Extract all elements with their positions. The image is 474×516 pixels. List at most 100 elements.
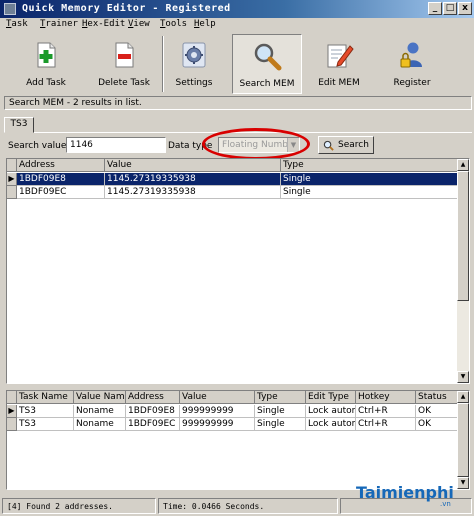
table-row[interactable]: ▶ 1BDF09E8 1145.27319335938 Single — [7, 173, 459, 186]
menu-trainer[interactable]: Trainer — [40, 19, 78, 29]
table-row[interactable]: 1BDF09EC 1145.27319335938 Single — [7, 186, 459, 199]
add-task-button[interactable]: Add Task — [6, 34, 86, 94]
data-type-label: Data type — [168, 141, 213, 151]
chevron-down-icon[interactable]: ▼ — [287, 138, 299, 152]
status-time: Time: 0.0466 Seconds. — [158, 498, 338, 514]
scroll-up-icon[interactable]: ▲ — [457, 391, 469, 403]
cell-value: 1145.27319335938 — [105, 186, 281, 199]
cell-hotkey: Ctrl+R — [356, 405, 416, 418]
cell-status: OK — [416, 405, 459, 418]
edit-mem-label: Edit MEM — [318, 78, 360, 88]
column-header-address[interactable]: Address — [126, 391, 180, 404]
search-button-label: Search — [338, 140, 369, 150]
search-mem-button[interactable]: Search MEM — [232, 34, 302, 94]
column-header-status[interactable]: Status — [416, 391, 459, 404]
settings-button[interactable]: Settings — [166, 34, 222, 94]
header-indicator — [7, 391, 17, 404]
delete-task-button[interactable]: Delete Task — [88, 34, 160, 94]
register-button[interactable]: Register — [376, 34, 448, 94]
maximize-button[interactable]: □ — [443, 2, 457, 15]
scroll-thumb[interactable] — [457, 171, 469, 301]
cell-value: 999999999 — [180, 405, 255, 418]
header-indicator — [7, 159, 17, 172]
delete-task-label: Delete Task — [98, 78, 150, 88]
cell-address: 1BDF09E8 — [126, 405, 180, 418]
column-header-value[interactable]: Value — [105, 159, 281, 172]
column-header-type[interactable]: Type — [281, 159, 459, 172]
cell-value-name: Noname — [74, 418, 126, 431]
settings-label: Settings — [175, 78, 213, 88]
search-button[interactable]: Search — [318, 136, 374, 154]
edit-mem-button[interactable]: Edit MEM — [304, 34, 374, 94]
column-header-edit-type[interactable]: Edit Type — [306, 391, 356, 404]
cell-status: OK — [416, 418, 459, 431]
app-icon[interactable] — [4, 3, 16, 15]
magnifier-icon — [254, 43, 282, 71]
table-row[interactable]: TS3 Noname 1BDF09EC 999999999 Single Loc… — [7, 418, 459, 431]
tasks-grid[interactable]: Task Name Value Name Address Value Type … — [6, 390, 470, 490]
status-found: [4] Found 2 addresses. — [2, 498, 156, 514]
tasks-scrollbar[interactable]: ▲ ▼ — [457, 391, 469, 489]
menu-hex-edit[interactable]: Hex-Edit — [82, 19, 125, 29]
scroll-up-icon[interactable]: ▲ — [457, 159, 469, 171]
tasks-header: Task Name Value Name Address Value Type … — [7, 391, 459, 404]
cell-task-name: TS3 — [17, 405, 74, 418]
search-icon — [323, 140, 334, 151]
cell-type: Single — [281, 186, 459, 199]
table-row[interactable]: ▶ TS3 Noname 1BDF09E8 999999999 Single L… — [7, 405, 459, 418]
menu-help[interactable]: Help — [194, 19, 216, 29]
cell-address: 1BDF09E8 — [17, 173, 105, 186]
delete-task-icon — [115, 42, 134, 68]
row-indicator — [7, 186, 17, 199]
column-header-task-name[interactable]: Task Name — [17, 391, 74, 404]
toolbar-separator — [162, 36, 164, 92]
column-header-address[interactable]: Address — [17, 159, 105, 172]
add-task-icon — [37, 42, 56, 68]
cell-address: 1BDF09EC — [17, 186, 105, 199]
cell-edit-type: Lock automa — [306, 405, 356, 418]
results-header: Address Value Type — [7, 159, 459, 172]
tab-ts3[interactable]: TS3 — [4, 117, 34, 133]
data-type-value: Floating Number — [222, 140, 298, 150]
cell-value-name: Noname — [74, 405, 126, 418]
tab-divider — [34, 132, 472, 133]
search-mem-label: Search MEM — [239, 79, 295, 89]
cell-hotkey: Ctrl+R — [356, 418, 416, 431]
scroll-thumb[interactable] — [457, 403, 469, 477]
scroll-down-icon[interactable]: ▼ — [457, 477, 469, 489]
column-header-value-name[interactable]: Value Name — [74, 391, 126, 404]
column-header-value[interactable]: Value — [180, 391, 255, 404]
cell-edit-type: Lock automa — [306, 418, 356, 431]
results-scrollbar[interactable]: ▲ ▼ — [457, 159, 469, 383]
register-label: Register — [393, 78, 431, 88]
menu-view[interactable]: View — [128, 19, 150, 29]
cell-type: Single — [255, 405, 306, 418]
close-button[interactable]: x — [458, 2, 472, 15]
cell-value: 999999999 — [180, 418, 255, 431]
search-value-label: Search value: — [8, 141, 70, 151]
column-header-type[interactable]: Type — [255, 391, 306, 404]
column-header-hotkey[interactable]: Hotkey — [356, 391, 416, 404]
search-value-input[interactable]: 1146 — [66, 137, 166, 153]
user-lock-icon — [400, 42, 422, 68]
search-status-line: Search MEM - 2 results in list. — [4, 96, 472, 110]
cell-address: 1BDF09EC — [126, 418, 180, 431]
menu-tools[interactable]: Tools — [160, 19, 187, 29]
add-task-label: Add Task — [26, 78, 66, 88]
cell-type: Single — [255, 418, 306, 431]
data-type-select[interactable]: Floating Number ▼ — [218, 137, 300, 153]
settings-icon — [182, 42, 206, 68]
scroll-down-icon[interactable]: ▼ — [457, 371, 469, 383]
row-indicator-icon: ▶ — [7, 405, 17, 418]
cell-type: Single — [281, 173, 459, 186]
cell-task-name: TS3 — [17, 418, 74, 431]
results-grid[interactable]: Address Value Type ▶ 1BDF09E8 1145.27319… — [6, 158, 470, 384]
edit-mem-icon — [327, 44, 354, 68]
cell-value: 1145.27319335938 — [105, 173, 281, 186]
row-indicator — [7, 418, 17, 431]
menu-bar: Task Trainer Hex-Edit View Tools Help — [0, 18, 474, 33]
watermark-domain: .vn — [440, 500, 451, 508]
minimize-button[interactable]: _ — [428, 2, 442, 15]
title-bar[interactable]: Quick Memory Editor - Registered _ □ x — [0, 0, 474, 18]
menu-task[interactable]: Task — [6, 19, 28, 29]
